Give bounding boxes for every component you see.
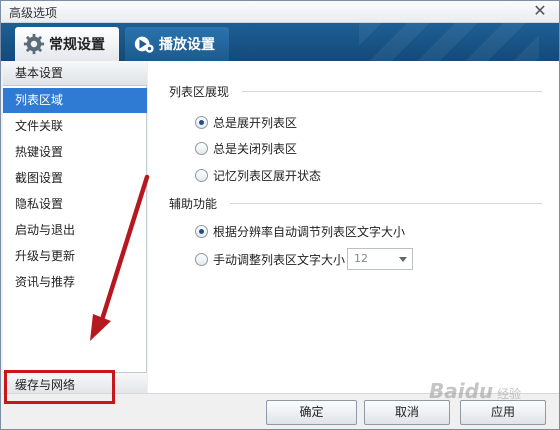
play-settings-icon — [134, 36, 154, 53]
sidebar-item-news[interactable]: 资讯与推荐 — [3, 270, 147, 295]
radio-button[interactable] — [195, 169, 208, 182]
settings-content: 列表区展现 总是展开列表区 总是关闭列表区 记忆列表区展开状态 辅助功能 根据分… — [148, 61, 559, 393]
radio-manual-font-size[interactable]: 手动调整列表区文字大小 — [195, 251, 345, 268]
list-display-heading: 列表区展现 — [169, 85, 230, 99]
font-size-value: 12 — [354, 252, 368, 265]
close-button[interactable]: ✕ — [531, 2, 549, 20]
radio-label: 总是关闭列表区 — [213, 142, 298, 156]
sidebar-item-hotkeys[interactable]: 热键设置 — [3, 140, 147, 165]
sidebar-item-list-area[interactable]: 列表区域 — [3, 88, 147, 113]
sidebar-item-file-association[interactable]: 文件关联 — [3, 114, 147, 139]
tab-playback-label: 播放设置 — [159, 37, 215, 53]
tab-playback-settings[interactable]: 播放设置 — [125, 27, 229, 61]
title-bar: 高级选项 ✕ — [1, 1, 559, 23]
dialog-footer: 确定 取消 应用 — [3, 393, 559, 429]
radio-button[interactable] — [195, 116, 208, 129]
divider — [230, 203, 542, 204]
radio-always-expand[interactable]: 总是展开列表区 — [195, 114, 297, 131]
radio-label: 根据分辨率自动调节列表区文字大小 — [213, 225, 406, 239]
radio-label: 手动调整列表区文字大小 — [213, 253, 346, 267]
cancel-button[interactable]: 取消 — [364, 400, 450, 425]
close-icon: ✕ — [533, 1, 547, 20]
tab-general-settings[interactable]: 常规设置 — [15, 27, 119, 61]
divider — [242, 91, 542, 92]
window-title: 高级选项 — [9, 6, 58, 20]
radio-remember-state[interactable]: 记忆列表区展开状态 — [195, 167, 321, 184]
advanced-options-window: 高级选项 ✕ 常规设置 播放设置 基本设置 列表区域 文件关联 热键设置 截图设… — [0, 0, 560, 430]
gear-icon — [23, 33, 45, 55]
sidebar-section-basic[interactable]: 基本设置 — [3, 61, 147, 86]
tab-general-label: 常规设置 — [49, 37, 105, 53]
radio-button[interactable] — [195, 253, 208, 266]
radio-button[interactable] — [195, 142, 208, 155]
radio-label: 记忆列表区展开状态 — [213, 169, 322, 183]
radio-button[interactable] — [195, 225, 208, 238]
radio-auto-font-size[interactable]: 根据分辨率自动调节列表区文字大小 — [195, 223, 405, 240]
radio-label: 总是展开列表区 — [213, 116, 298, 130]
ok-button[interactable]: 确定 — [266, 400, 357, 425]
tab-bar: 常规设置 播放设置 — [1, 23, 559, 61]
chevron-down-icon — [399, 257, 407, 262]
font-size-select[interactable]: 12 — [347, 248, 413, 270]
sidebar-item-screenshot[interactable]: 截图设置 — [3, 166, 147, 191]
sidebar: 基本设置 列表区域 文件关联 热键设置 截图设置 隐私设置 启动与退出 升级与更… — [3, 61, 147, 401]
assist-heading: 辅助功能 — [169, 197, 218, 211]
apply-button[interactable]: 应用 — [460, 400, 546, 425]
sidebar-item-startup-exit[interactable]: 启动与退出 — [3, 218, 147, 243]
radio-always-close[interactable]: 总是关闭列表区 — [195, 140, 297, 157]
sidebar-item-upgrade[interactable]: 升级与更新 — [3, 244, 147, 269]
sidebar-item-privacy[interactable]: 隐私设置 — [3, 192, 147, 217]
